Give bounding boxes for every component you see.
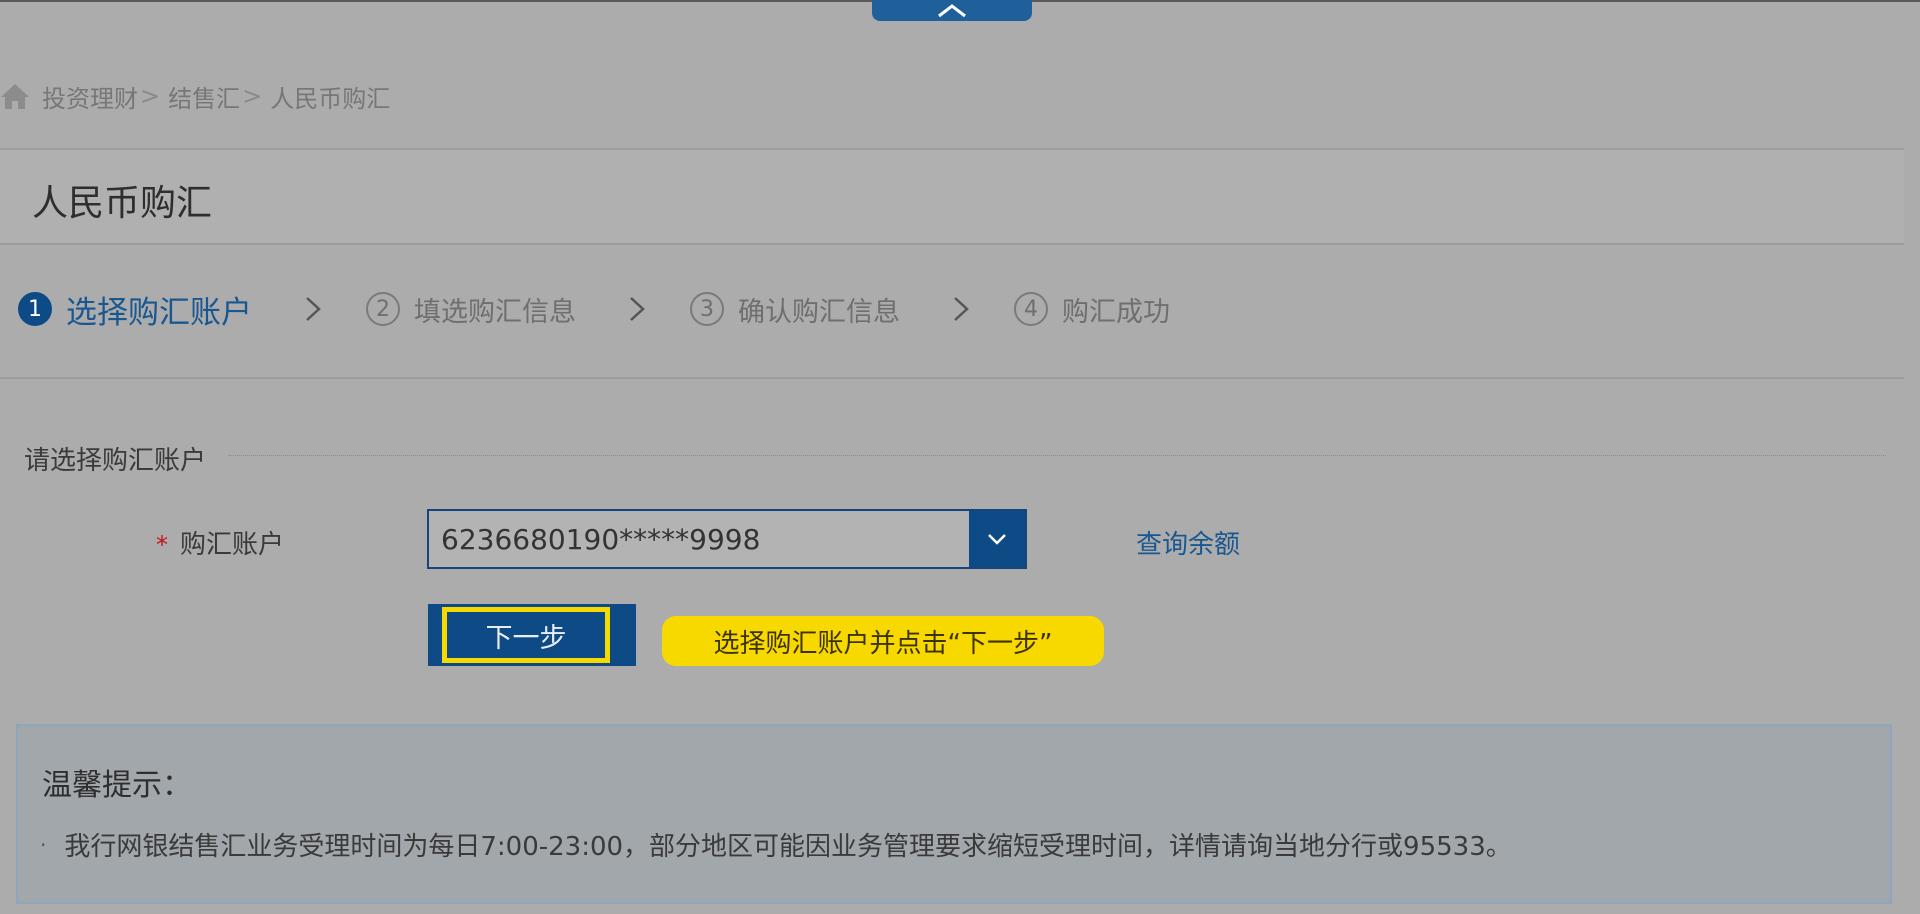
step-3: 3 确认购汇信息 [690, 290, 900, 329]
step-number: 4 [1014, 292, 1048, 326]
notice-item-text: 我行网银结售汇业务受理时间为每日7:00-23:00，部分地区可能因业务管理要求… [64, 832, 1512, 862]
collapse-toggle-button[interactable] [872, 0, 1032, 21]
breadcrumb: 投资理财 > 结售汇 > 人民币购汇 [0, 78, 390, 114]
step-number: 2 [366, 292, 400, 326]
breadcrumb-item-investment[interactable]: 投资理财 [42, 79, 138, 114]
step-2: 2 填选购汇信息 [366, 290, 576, 329]
hint-callout: 选择购汇账户并点击“下一步” [662, 616, 1104, 666]
step-label: 选择购汇账户 [66, 294, 252, 331]
step-number: 1 [18, 292, 52, 326]
divider [0, 377, 1904, 379]
breadcrumb-separator: > [140, 82, 161, 110]
account-select-value: 6236680190*****9998 [441, 522, 761, 556]
breadcrumb-separator: > [242, 82, 263, 110]
section-title: 请选择购汇账户 [24, 446, 207, 476]
step-indicator: 1 选择购汇账户 2 填选购汇信息 3 确认购汇信息 4 购汇成功 [18, 286, 1170, 332]
chevron-right-icon [628, 295, 646, 323]
page: 投资理财 > 结售汇 > 人民币购汇 人民币购汇 1 选择购汇账户 2 填选购汇… [0, 0, 1920, 914]
chevron-up-icon [938, 3, 966, 17]
step-label: 购汇成功 [1062, 296, 1170, 328]
step-number: 3 [690, 292, 724, 326]
next-button[interactable]: 下一步 [442, 607, 610, 663]
step-label: 填选购汇信息 [414, 296, 576, 328]
notice-box: 温馨提示： · 我行网银结售汇业务受理时间为每日7:00-23:00，部分地区可… [16, 724, 1892, 904]
chevron-down-icon[interactable] [969, 511, 1025, 567]
step-1: 1 选择购汇账户 [18, 287, 252, 332]
home-icon[interactable] [0, 82, 30, 110]
breadcrumb-item-forex[interactable]: 结售汇 [168, 79, 240, 114]
chevron-right-icon [952, 295, 970, 323]
account-label-text: 购汇账户 [180, 530, 285, 560]
chevron-right-icon [304, 295, 322, 323]
divider [0, 243, 1904, 245]
breadcrumb-item-current: 人民币购汇 [270, 84, 391, 113]
next-button-frame: 下一步 [428, 604, 636, 666]
notice-item: · 我行网银结售汇业务受理时间为每日7:00-23:00，部分地区可能因业务管理… [40, 826, 1512, 863]
title-bar [0, 150, 1904, 244]
step-4: 4 购汇成功 [1014, 290, 1170, 329]
bullet-icon: · [40, 832, 47, 857]
query-balance-link[interactable]: 查询余额 [1136, 524, 1240, 561]
step-label: 确认购汇信息 [738, 296, 900, 328]
notice-title: 温馨提示： [42, 768, 192, 803]
required-mark: * [156, 531, 168, 559]
account-field-label: * 购汇账户 [156, 524, 284, 561]
page-title: 人民币购汇 [32, 183, 213, 224]
account-select[interactable]: 6236680190*****9998 [427, 509, 1027, 569]
section-divider [228, 455, 1886, 456]
